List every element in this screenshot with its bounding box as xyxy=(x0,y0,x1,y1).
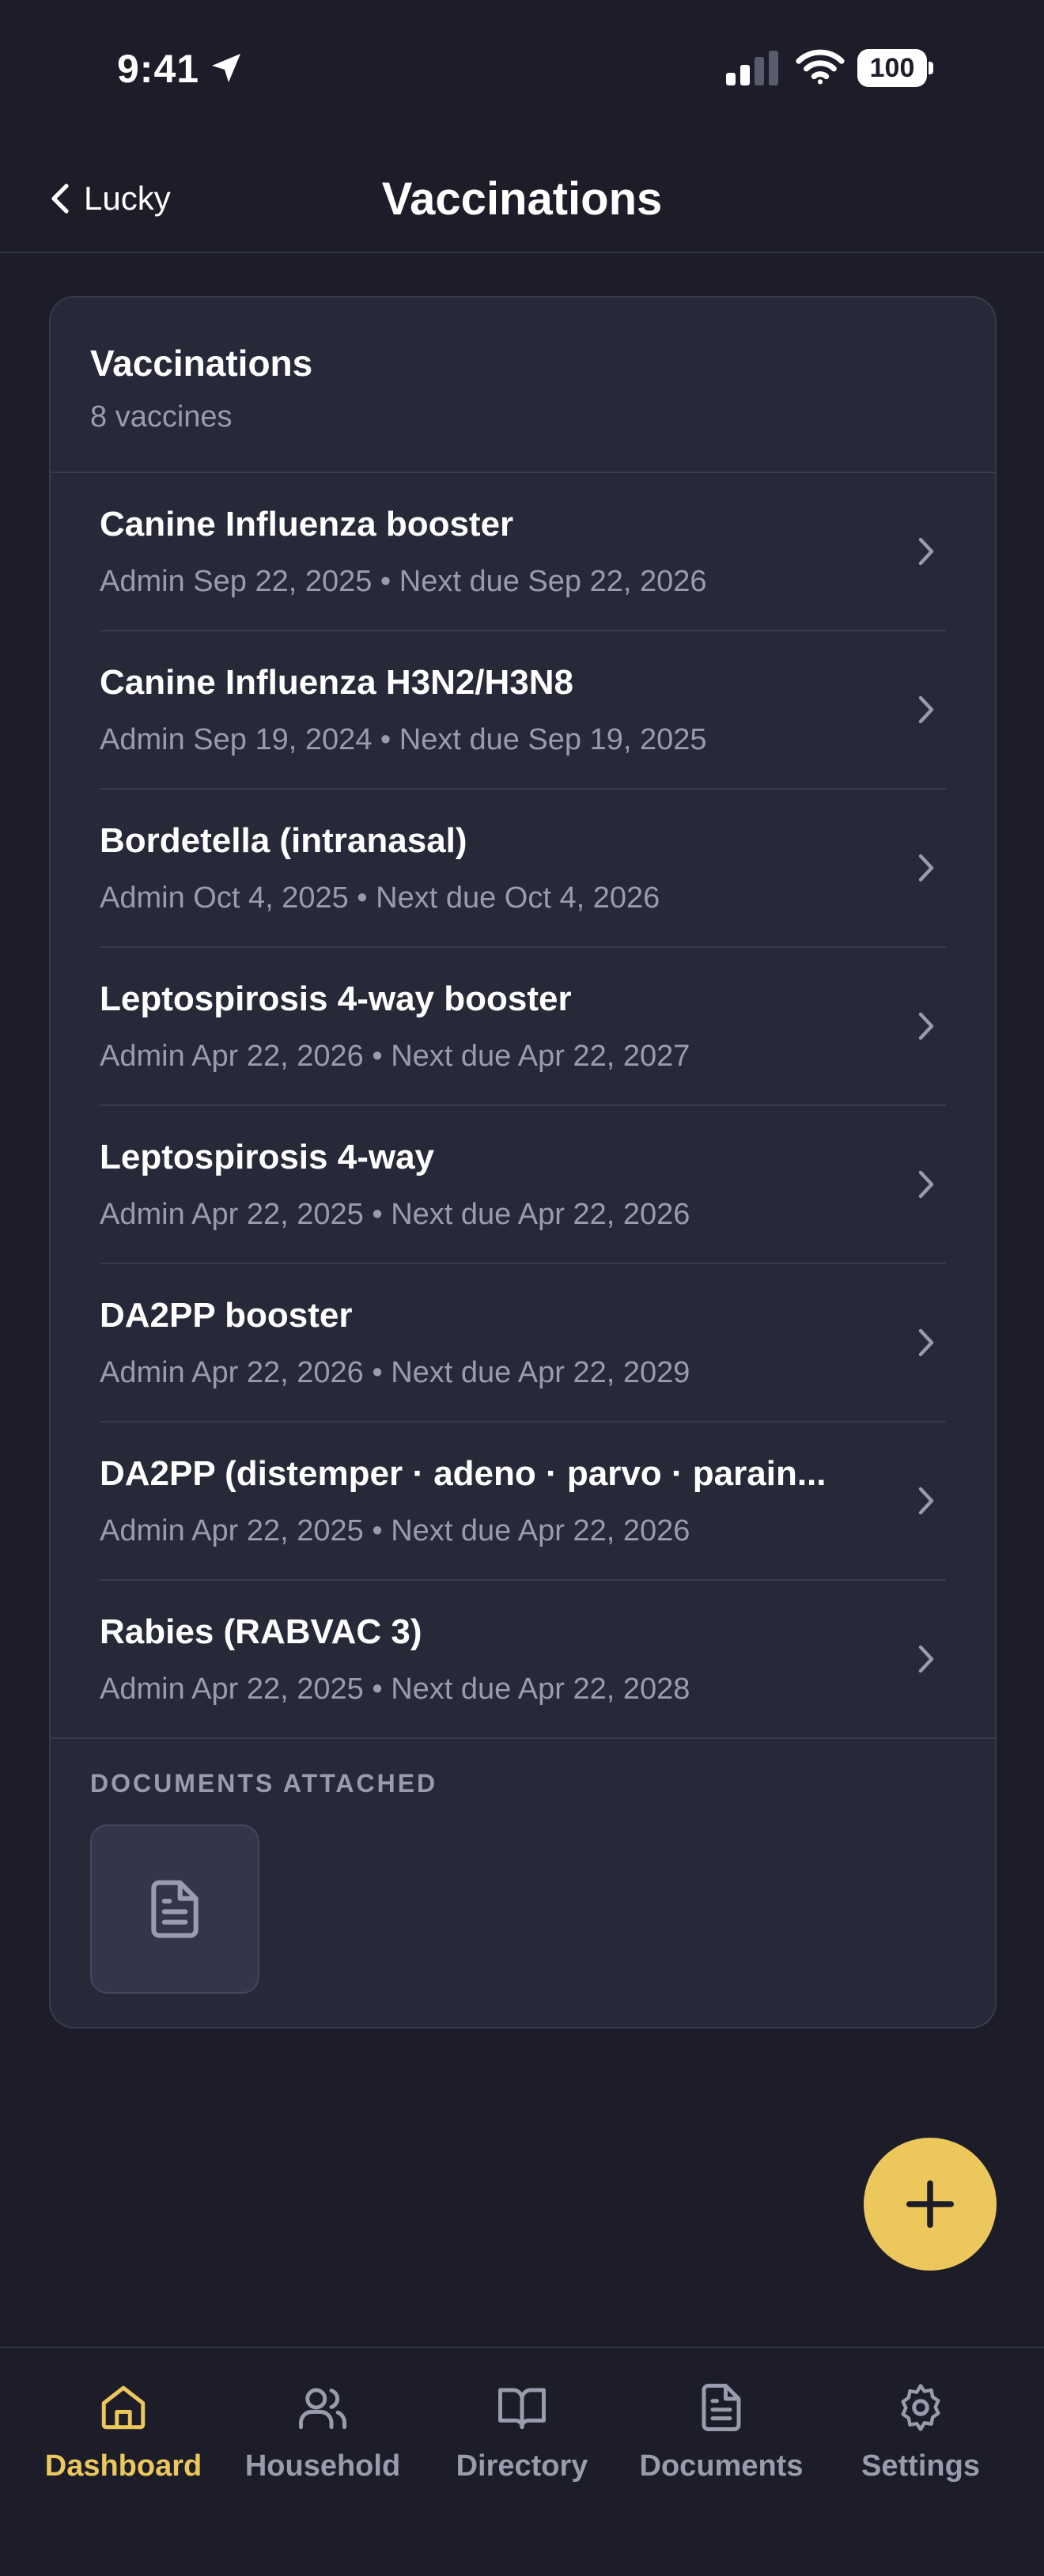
vaccine-dates: Admin Apr 22, 2025 • Next due Apr 22, 20… xyxy=(100,1673,690,1706)
vaccine-name: Canine Influenza booster xyxy=(100,505,514,544)
documents-section: DOCUMENTS ATTACHED xyxy=(51,1739,995,2027)
vaccine-dates: Admin Apr 22, 2026 • Next due Apr 22, 20… xyxy=(100,1356,690,1389)
tab-label: Dashboard xyxy=(44,2449,202,2483)
vaccine-dates: Admin Sep 19, 2024 • Next due Sep 19, 20… xyxy=(100,723,707,756)
page-title: Vaccinations xyxy=(381,173,663,225)
vaccine-row[interactable]: DA2PP (distemper · adeno · parvo · parai… xyxy=(51,1422,995,1581)
document-icon xyxy=(702,2384,741,2431)
card-header: Vaccinations 8 vaccines xyxy=(51,297,995,473)
chevron-right-icon xyxy=(918,854,934,882)
tab-label: Directory xyxy=(456,2449,588,2483)
vaccine-row[interactable]: Leptospirosis 4-way booster Admin Apr 22… xyxy=(51,948,995,1106)
status-time: 9:41 xyxy=(117,47,200,91)
chevron-right-icon xyxy=(918,537,934,566)
documents-label: DOCUMENTS ATTACHED xyxy=(90,1769,438,1798)
battery-level: 100 xyxy=(857,49,927,87)
vaccine-name: Leptospirosis 4-way xyxy=(100,1138,435,1176)
chevron-right-icon xyxy=(918,1645,934,1673)
home-icon xyxy=(101,2385,146,2430)
document-icon xyxy=(151,1880,199,1938)
vaccine-name: Leptospirosis 4-way booster xyxy=(100,979,572,1018)
book-icon xyxy=(498,2388,546,2430)
vaccine-row[interactable]: Leptospirosis 4-way Admin Apr 22, 2025 •… xyxy=(51,1106,995,1264)
vaccine-list: Canine Influenza booster Admin Sep 22, 2… xyxy=(51,473,995,1739)
location-arrow-icon xyxy=(212,54,240,82)
tab-label: Documents xyxy=(639,2449,804,2483)
vaccine-name: DA2PP booster xyxy=(100,1296,353,1335)
status-bar: 9:41 100 xyxy=(0,0,1044,142)
battery-indicator: 100 xyxy=(857,49,933,87)
add-vaccine-button[interactable] xyxy=(864,2138,997,2271)
vaccine-name: DA2PP (distemper · adeno · parvo · parai… xyxy=(100,1454,826,1493)
chevron-right-icon xyxy=(918,695,934,724)
vaccine-row[interactable]: Canine Influenza booster Admin Sep 22, 2… xyxy=(51,473,995,631)
tab-label: Settings xyxy=(861,2449,980,2483)
users-icon xyxy=(299,2388,346,2430)
wifi-icon xyxy=(796,49,845,85)
vaccine-name: Bordetella (intranasal) xyxy=(100,821,467,860)
vaccine-dates: Admin Apr 22, 2025 • Next due Apr 22, 20… xyxy=(100,1198,690,1231)
tab-documents[interactable]: Documents xyxy=(626,2381,816,2500)
vaccine-count: 8 vaccines xyxy=(90,400,233,434)
vaccine-dates: Admin Apr 22, 2025 • Next due Apr 22, 20… xyxy=(100,1514,690,1547)
card-title: Vaccinations xyxy=(90,343,313,384)
tab-label: Household xyxy=(244,2449,401,2483)
vaccine-row[interactable]: Rabies (RABVAC 3) Admin Apr 22, 2025 • N… xyxy=(51,1581,995,1739)
chevron-right-icon xyxy=(918,1487,934,1515)
tab-household[interactable]: Household xyxy=(228,2381,418,2500)
vaccine-name: Rabies (RABVAC 3) xyxy=(100,1612,422,1651)
document-thumbnail[interactable] xyxy=(90,1824,259,1994)
tab-directory[interactable]: Directory xyxy=(427,2381,617,2500)
navigation-bar: Lucky Vaccinations xyxy=(0,142,1044,253)
vaccine-name: Canine Influenza H3N2/H3N8 xyxy=(100,663,574,702)
gear-icon xyxy=(901,2384,940,2431)
chevron-right-icon xyxy=(918,1012,934,1040)
vaccine-row[interactable]: DA2PP booster Admin Apr 22, 2026 • Next … xyxy=(51,1264,995,1422)
chevron-right-icon xyxy=(918,1170,934,1199)
vaccine-dates: Admin Oct 4, 2025 • Next due Oct 4, 2026 xyxy=(100,881,660,915)
tab-bar: Dashboard Household Directory Documents … xyxy=(0,2347,1044,2576)
plus-icon xyxy=(906,2180,955,2229)
cellular-signal-icon xyxy=(726,51,778,85)
tab-settings[interactable]: Settings xyxy=(826,2381,1016,2500)
tab-dashboard[interactable]: Dashboard xyxy=(28,2381,218,2500)
vaccinations-card: Vaccinations 8 vaccines Canine Influenza… xyxy=(49,296,997,2029)
vaccinations-screen: 9:41 100 Lucky Vaccinations Vaccinations… xyxy=(0,0,1044,2576)
vaccine-row[interactable]: Canine Influenza H3N2/H3N8 Admin Sep 19,… xyxy=(51,631,995,790)
chevron-right-icon xyxy=(918,1328,934,1357)
battery-tip xyxy=(929,62,933,74)
vaccine-dates: Admin Apr 22, 2026 • Next due Apr 22, 20… xyxy=(100,1040,690,1073)
vaccine-dates: Admin Sep 22, 2025 • Next due Sep 22, 20… xyxy=(100,565,707,598)
vaccine-row[interactable]: Bordetella (intranasal) Admin Oct 4, 202… xyxy=(51,790,995,948)
